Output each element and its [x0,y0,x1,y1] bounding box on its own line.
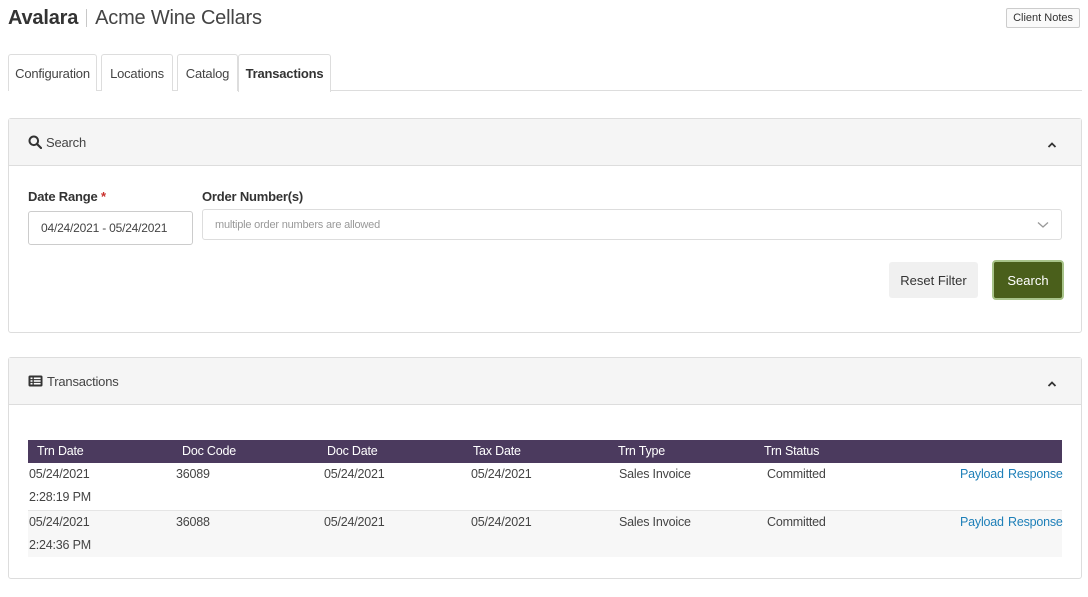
chevron-up-icon[interactable] [1047,376,1061,391]
order-numbers-input[interactable]: multiple order numbers are allowed [202,209,1062,240]
order-numbers-placeholder: multiple order numbers are allowed [215,218,381,231]
transactions-table: Trn Date Doc Code Doc Date Tax Date Trn … [28,440,1063,557]
client-name: Acme Wine Cellars [95,6,262,29]
required-marker: * [100,189,106,204]
trn-type-cell: Sales Invoice [619,467,691,481]
column-header-trn-type[interactable]: Trn Type [618,444,665,458]
tab-configuration[interactable]: Configuration [8,54,97,91]
list-icon [28,375,47,387]
date-range-input[interactable]: 04/24/2021 - 05/24/2021 [28,211,193,245]
trn-type-cell: Sales Invoice [619,515,691,529]
transactions-panel: Transactions Trn Date Doc Code Doc Date … [8,357,1082,579]
column-header-trn-status[interactable]: Trn Status [764,444,819,458]
doc-code-cell: 36088 [176,515,210,529]
client-notes-button[interactable]: Client Notes [1006,8,1080,28]
column-header-doc-code[interactable]: Doc Code [182,444,236,458]
transactions-panel-header[interactable]: Transactions [9,358,1081,405]
tab-transactions[interactable]: Transactions [238,54,331,92]
table-row: 05/24/2021 2:28:19 PM 36089 05/24/2021 0… [28,463,1063,510]
trn-date-cell: 05/24/2021 [29,515,90,529]
column-header-trn-date[interactable]: Trn Date [37,444,84,458]
trn-date-cell: 05/24/2021 [29,467,90,481]
brand-name: Avalara [8,6,79,29]
search-panel-header[interactable]: Search [9,119,1081,166]
chevron-up-icon[interactable] [1047,137,1061,152]
search-button[interactable]: Search [992,260,1064,300]
response-link[interactable]: Response [1008,467,1063,481]
trn-status-cell: Committed [767,467,826,481]
order-numbers-label: Order Number(s) [202,189,304,204]
date-range-label: Date Range * [28,189,106,204]
search-panel: Search Date Range * 04/24/2021 - 05/24/2… [8,118,1082,333]
reset-filter-button[interactable]: Reset Filter [889,262,978,298]
table-row: 05/24/2021 2:24:36 PM 36088 05/24/2021 0… [28,510,1063,557]
response-link[interactable]: Response [1008,515,1063,529]
trn-time-cell: 2:24:36 PM [29,538,91,552]
tax-date-cell: 05/24/2021 [471,467,532,481]
search-icon [28,135,46,149]
doc-date-cell: 05/24/2021 [324,467,385,481]
tax-date-cell: 05/24/2021 [471,515,532,529]
payload-link[interactable]: Payload [960,467,1004,481]
search-panel-title: Search [46,134,86,150]
doc-date-cell: 05/24/2021 [324,515,385,529]
doc-code-cell: 36089 [176,467,210,481]
column-header-tax-date[interactable]: Tax Date [473,444,521,458]
tab-locations[interactable]: Locations [101,54,173,91]
transactions-panel-title: Transactions [47,373,119,389]
date-range-label-text: Date Range [28,189,98,204]
trn-time-cell: 2:28:19 PM [29,490,91,504]
payload-link[interactable]: Payload [960,515,1004,529]
column-header-doc-date[interactable]: Doc Date [327,444,378,458]
tab-catalog[interactable]: Catalog [177,54,238,91]
app-header: Avalara Acme Wine Cellars [8,6,262,30]
table-header: Trn Date Doc Code Doc Date Tax Date Trn … [28,440,1062,463]
brand-divider [86,9,88,27]
trn-status-cell: Committed [767,515,826,529]
chevron-down-icon[interactable] [1037,220,1049,232]
tab-bar: Configuration Locations Catalog Transact… [8,54,1082,92]
